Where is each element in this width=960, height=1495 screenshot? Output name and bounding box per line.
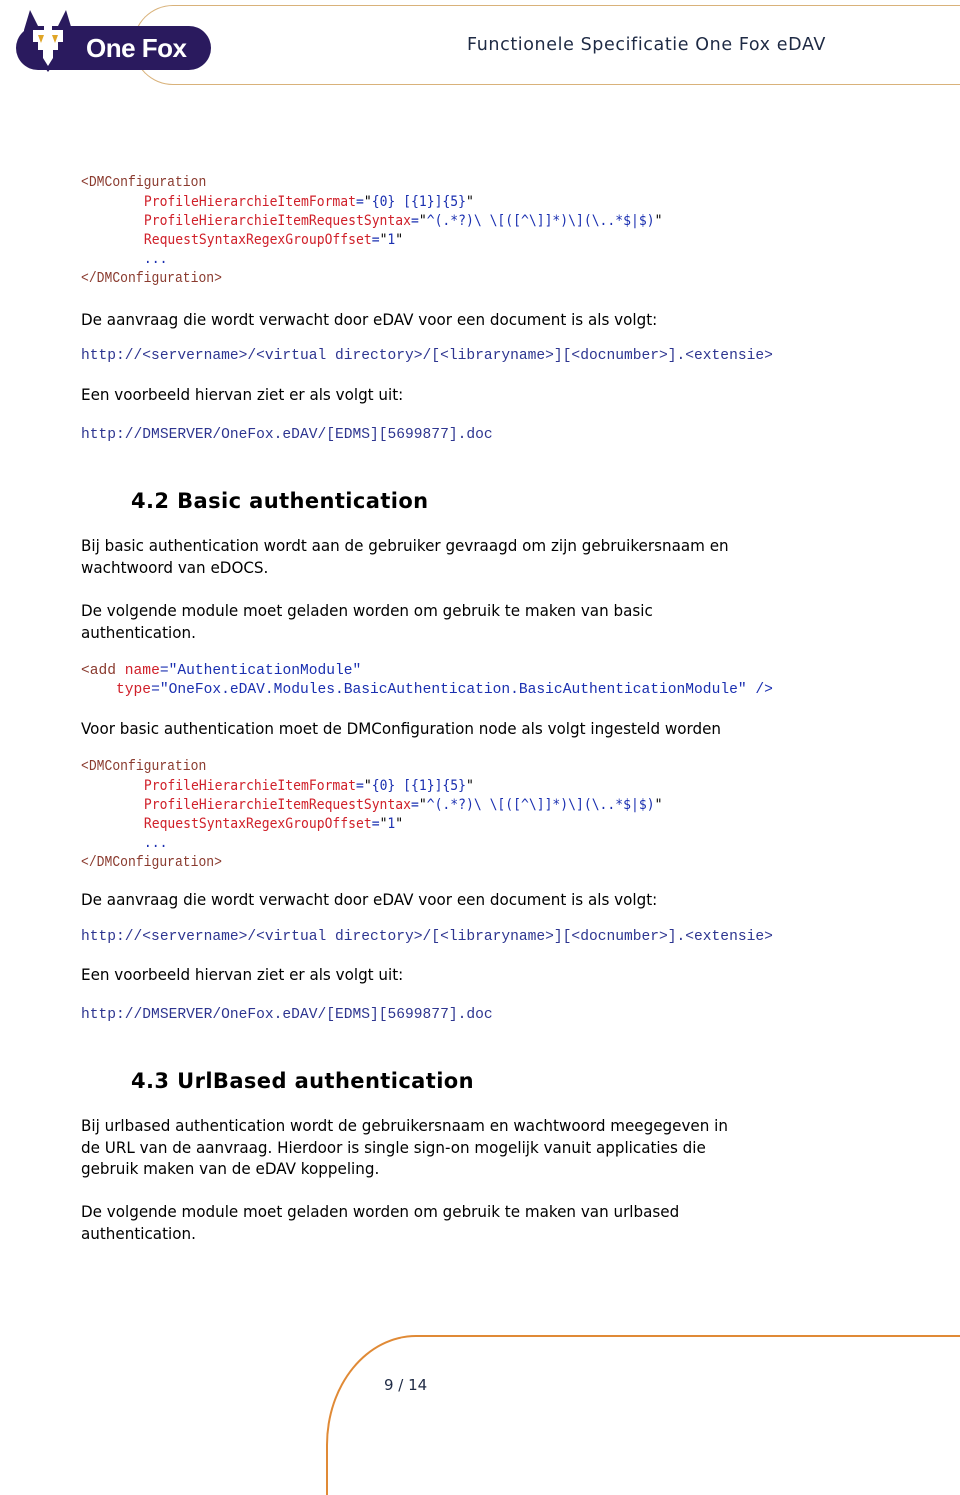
code-block-dmconfiguration: <DMConfiguration ProfileHierarchieItemFo… (81, 759, 663, 871)
paragraph-line: Bij urlbased authentication wordt de geb… (81, 1116, 728, 1135)
request-intro-text: De aanvraag die wordt verwacht door eDAV… (81, 890, 658, 909)
section-heading-4-3: 4.3 UrlBased authentication (131, 1068, 474, 1094)
code-attr-name: type (116, 682, 152, 698)
example-url: http://DMSERVER/OneFox.eDAV/[EDMS][56998… (81, 1007, 493, 1023)
code-tag: <add (81, 663, 117, 679)
logo-text: One Fox (86, 33, 187, 63)
code-ellipsis: ... (143, 251, 168, 267)
paragraph-line: de URL van de aanvraag. Hierdoor is sing… (81, 1138, 706, 1157)
code-open-tag: <DMConfiguration (81, 175, 207, 191)
paragraph-line: authentication. (81, 623, 196, 642)
section-number: 4.2 (131, 489, 170, 513)
section-heading-4-2: 4.2 Basic authentication (131, 488, 429, 514)
code-attr-value: {0} [{1}]{5} (371, 194, 467, 210)
section-title: Basic authentication (177, 489, 429, 513)
example-url: http://DMSERVER/OneFox.eDAV/[EDMS][56998… (81, 427, 493, 443)
request-pattern-url: http://<servername>/<virtual directory>/… (81, 929, 773, 945)
code-attr-value: AuthenticationModule (177, 663, 353, 679)
code-attr-value: OneFox.eDAV.Modules.BasicAuthentication.… (168, 682, 738, 698)
paragraph-line: Bij basic authentication wordt aan de ge… (81, 536, 729, 555)
code-ellipsis: ... (143, 835, 168, 851)
section-title: UrlBased authentication (177, 1069, 474, 1093)
config-intro-text: Voor basic authentication moet de DMConf… (81, 719, 722, 738)
code-attr-value: ^(.*?)\ \[([^\]]*)\](\..*$|$) (426, 797, 655, 813)
code-attr-name: ProfileHierarchieItemFormat (143, 778, 356, 794)
example-intro-text: Een voorbeeld hiervan ziet er als volgt … (81, 965, 404, 984)
code-attr-name: RequestSyntaxRegexGroupOffset (143, 232, 372, 248)
code-open-tag: <DMConfiguration (81, 759, 207, 775)
code-attr-value: {0} [{1}]{5} (371, 778, 467, 794)
code-tag-close: /> (746, 682, 773, 698)
code-attr-name: name (124, 663, 160, 679)
code-attr-name: RequestSyntaxRegexGroupOffset (143, 816, 372, 832)
paragraph-line: De volgende module moet geladen worden o… (81, 601, 653, 620)
fox-head-icon (24, 10, 72, 72)
footer-frame (326, 1335, 960, 1495)
paragraph-line: wachtwoord van eDOCS. (81, 558, 269, 577)
code-attr-name: ProfileHierarchieItemRequestSyntax (143, 797, 411, 813)
one-fox-logo: One Fox (6, 8, 211, 74)
code-close-tag: </DMConfiguration> (81, 855, 222, 871)
example-intro-text: Een voorbeeld hiervan ziet er als volgt … (81, 385, 404, 404)
document-title: Functionele Specificatie One Fox eDAV (467, 35, 826, 55)
code-block-dmconfiguration: <DMConfiguration ProfileHierarchieItemFo… (81, 175, 663, 287)
request-intro-text: De aanvraag die wordt verwacht door eDAV… (81, 310, 658, 329)
code-attr-name: ProfileHierarchieItemRequestSyntax (143, 213, 411, 229)
section-number: 4.3 (131, 1069, 170, 1093)
paragraph-line: De volgende module moet geladen worden o… (81, 1202, 680, 1221)
paragraph-line: authentication. (81, 1224, 196, 1243)
code-attr-value: ^(.*?)\ \[([^\]]*)\](\..*$|$) (426, 213, 655, 229)
request-pattern-url: http://<servername>/<virtual directory>/… (81, 348, 773, 364)
code-close-tag: </DMConfiguration> (81, 271, 222, 287)
module-config-code: <add name="AuthenticationModule" type="O… (81, 663, 773, 698)
paragraph-line: gebruik maken van de eDAV koppeling. (81, 1159, 380, 1178)
page-indicator: 9 / 14 (384, 1376, 428, 1394)
code-attr-name: ProfileHierarchieItemFormat (143, 194, 356, 210)
